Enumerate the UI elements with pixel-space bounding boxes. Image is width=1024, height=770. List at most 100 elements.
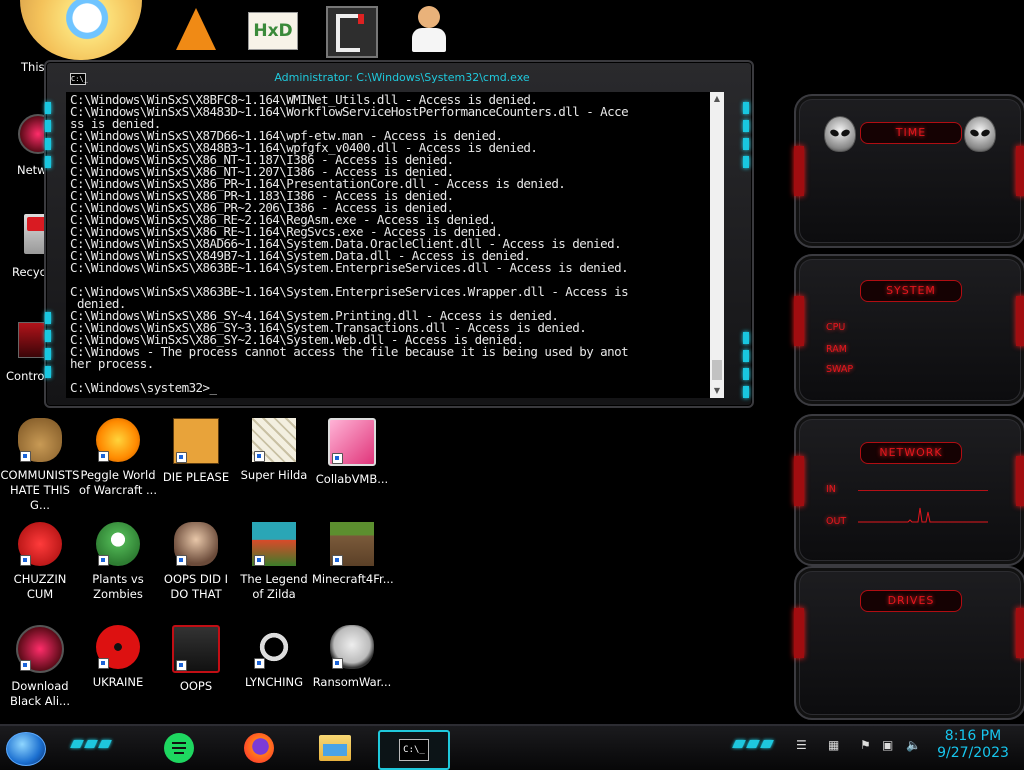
skull-icon bbox=[330, 625, 374, 669]
shortcut-arrow-icon bbox=[98, 451, 109, 462]
desktop-icon-label: COMMUNISTS HATE THIS G... bbox=[0, 468, 80, 512]
desktop-icon-label: The Legend of Zilda bbox=[240, 572, 308, 601]
swap-label: SWAP bbox=[826, 364, 854, 375]
cmd-titlebar[interactable]: C:\_ Administrator: C:\Windows\System32\… bbox=[66, 70, 738, 85]
gadget-accent bbox=[794, 146, 804, 196]
this-pc-icon[interactable] bbox=[20, 0, 142, 60]
desktop-icon[interactable]: OOPS bbox=[156, 625, 236, 694]
gadget-accent bbox=[1016, 456, 1024, 506]
desktop-icon[interactable]: UKRAINE bbox=[78, 625, 158, 690]
cmd-frame-left-rail bbox=[45, 102, 53, 168]
desktop-icon[interactable]: DIE PLEASE bbox=[156, 418, 236, 485]
shortcut-arrow-icon bbox=[332, 658, 343, 669]
tray-volume-icon[interactable]: 🔈 bbox=[906, 738, 921, 752]
taskbar-accent bbox=[732, 740, 774, 748]
tray-network-icon[interactable]: ▣ bbox=[882, 738, 893, 752]
alien-globe-icon bbox=[16, 625, 64, 673]
taskbar-accent bbox=[70, 740, 112, 748]
desktop-icon[interactable]: Plants vs Zombies bbox=[78, 522, 158, 602]
firefox-icon bbox=[244, 733, 274, 763]
scroll-down-icon[interactable]: ▼ bbox=[710, 384, 724, 398]
system-gadget-title: SYSTEM bbox=[860, 280, 962, 302]
taskbar-cmd-button[interactable]: C:\_ bbox=[378, 730, 450, 770]
shortcut-arrow-icon bbox=[176, 452, 187, 463]
shortcut-arrow-icon bbox=[20, 660, 31, 671]
cmd-taskbar-icon: C:\_ bbox=[399, 739, 429, 761]
grass-block-icon bbox=[330, 522, 374, 566]
desktop-icon[interactable]: CHUZZIN CUM bbox=[0, 522, 80, 602]
desktop-icon[interactable]: Minecraft4Fr... bbox=[312, 522, 394, 587]
cmd-window-title: Administrator: C:\Windows\System32\cmd.e… bbox=[274, 71, 530, 84]
system-gadget[interactable]: SYSTEM CPU RAM SWAP bbox=[794, 254, 1024, 406]
shortcut-arrow-icon bbox=[254, 451, 265, 462]
alien-monitor-icon bbox=[172, 625, 220, 673]
shortcut-arrow-icon bbox=[254, 555, 265, 566]
start-button[interactable] bbox=[6, 732, 46, 766]
cmd-console[interactable]: C:\Windows\WinSxS\X8BFC8~1.164\WMINet_Ut… bbox=[66, 92, 710, 398]
desktop-icon[interactable]: Download Black Ali... bbox=[0, 625, 80, 709]
desktop-icon-label: LYNCHING bbox=[244, 675, 304, 689]
tray-flag-icon[interactable]: ⚑ bbox=[860, 738, 871, 752]
hxd-icon[interactable]: HxD bbox=[248, 12, 298, 50]
taskbar-spotify-like-button[interactable] bbox=[160, 730, 198, 766]
monitor-icon bbox=[328, 418, 376, 466]
drives-gadget[interactable]: DRIVES bbox=[794, 566, 1024, 720]
desktop-icon-label: CHUZZIN CUM bbox=[13, 572, 67, 601]
desktop-icon-label: Plants vs Zombies bbox=[92, 572, 144, 601]
net-out-label: OUT bbox=[826, 516, 847, 527]
shortcut-arrow-icon bbox=[254, 658, 265, 669]
shortcut-arrow-icon bbox=[98, 555, 109, 566]
gadget-accent bbox=[794, 296, 804, 346]
tray-gpu-icon[interactable]: ▦ bbox=[828, 738, 839, 752]
cmd-output: C:\Windows\WinSxS\X8BFC8~1.164\WMINet_Ut… bbox=[70, 92, 629, 395]
shortcut-arrow-icon bbox=[332, 453, 343, 464]
time-gadget[interactable]: TIME bbox=[794, 94, 1024, 248]
desktop-icon[interactable]: LYNCHING bbox=[234, 625, 314, 690]
folder-icon bbox=[319, 735, 351, 761]
cmd-scrollbar[interactable]: ▲ ▼ bbox=[710, 92, 724, 398]
gadget-accent bbox=[794, 608, 804, 658]
desktop-icon[interactable]: RansomWar... bbox=[312, 625, 392, 690]
network-gadget[interactable]: NETWORK IN OUT bbox=[794, 414, 1024, 566]
shortcut-arrow-icon bbox=[176, 660, 187, 671]
taskbar-explorer-button[interactable] bbox=[316, 730, 354, 766]
shortcut-arrow-icon bbox=[332, 555, 343, 566]
chuzzle-icon bbox=[18, 522, 62, 566]
desktop-icon[interactable]: COMMUNISTS HATE THIS G... bbox=[0, 418, 80, 513]
net-out-graph bbox=[858, 507, 988, 523]
desktop-icon[interactable]: The Legend of Zilda bbox=[234, 522, 314, 602]
cmd-frame-right-rail-lower bbox=[743, 332, 751, 398]
scroll-thumb[interactable] bbox=[712, 360, 722, 380]
desktop-icon-label: CollabVMB... bbox=[315, 472, 389, 486]
desktop-icon[interactable]: Peggle World of Warcraft ... bbox=[78, 418, 158, 498]
gadget-accent bbox=[1016, 296, 1024, 346]
time-gadget-title: TIME bbox=[860, 122, 962, 144]
cpu-label: CPU bbox=[826, 322, 846, 333]
drives-gadget-title: DRIVES bbox=[860, 590, 962, 612]
desktop-icon[interactable]: Super Hilda bbox=[234, 418, 314, 483]
alien-head-icon bbox=[964, 116, 996, 152]
desktop-icon-label: RansomWar... bbox=[312, 675, 392, 689]
zelda-icon bbox=[252, 522, 296, 566]
control-label: Control bbox=[6, 369, 48, 383]
cmd-frame-left-rail-lower bbox=[45, 312, 53, 378]
desktop-icon[interactable]: OOPS DID I DO THAT bbox=[156, 522, 236, 602]
net-in-graph bbox=[858, 490, 988, 491]
plant-icon bbox=[96, 522, 140, 566]
shortcut-arrow-icon bbox=[176, 555, 187, 566]
green-app-icon bbox=[164, 733, 194, 763]
scroll-up-icon[interactable]: ▲ bbox=[710, 92, 724, 106]
taskbar-clock[interactable]: 8:16 PM 9/27/2023 bbox=[930, 728, 1016, 762]
gadget-accent bbox=[1016, 146, 1024, 196]
radiation-icon bbox=[96, 625, 140, 669]
desktop-icon[interactable]: CollabVMB... bbox=[312, 418, 392, 487]
cmd-frame-right-rail bbox=[743, 102, 751, 168]
gadget-accent bbox=[794, 456, 804, 506]
chainlink-icon bbox=[252, 625, 296, 669]
taskbar-firefox-button[interactable] bbox=[240, 730, 278, 766]
maze-app-icon[interactable] bbox=[326, 6, 378, 58]
doctor-icon[interactable] bbox=[410, 6, 446, 52]
tray-chevron-icon[interactable]: ☰ bbox=[796, 738, 807, 752]
desktop-icon-label: Peggle World of Warcraft ... bbox=[79, 468, 157, 497]
vlc-icon[interactable] bbox=[176, 8, 216, 50]
